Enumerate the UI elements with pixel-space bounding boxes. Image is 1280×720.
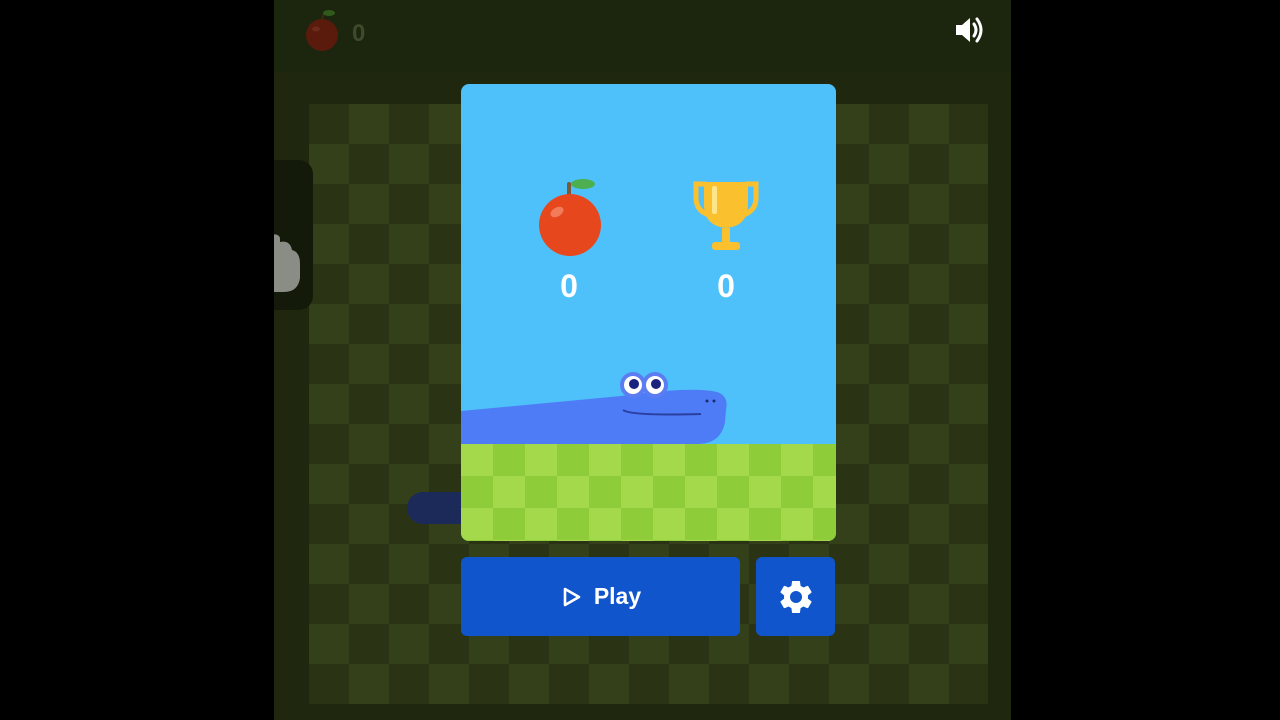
score-bar: 0 [274,0,1011,72]
trophy-icon [693,181,759,250]
hand-pointer-icon [274,234,300,292]
grass-field [461,444,836,541]
apple-icon [539,179,601,256]
volume-icon[interactable] [952,13,986,47]
apple-score: 0 [560,268,578,304]
start-menu-card: 0 0 [461,84,836,541]
gear-icon [779,580,812,613]
best-score: 0 [717,268,735,304]
apple-icon [306,10,338,51]
play-button[interactable]: Play [461,557,740,636]
play-button-label: Play [593,583,642,609]
snake-mascot [461,372,727,444]
current-score: 0 [352,20,366,47]
play-triangle-icon [563,587,581,606]
settings-button[interactable] [756,557,835,636]
